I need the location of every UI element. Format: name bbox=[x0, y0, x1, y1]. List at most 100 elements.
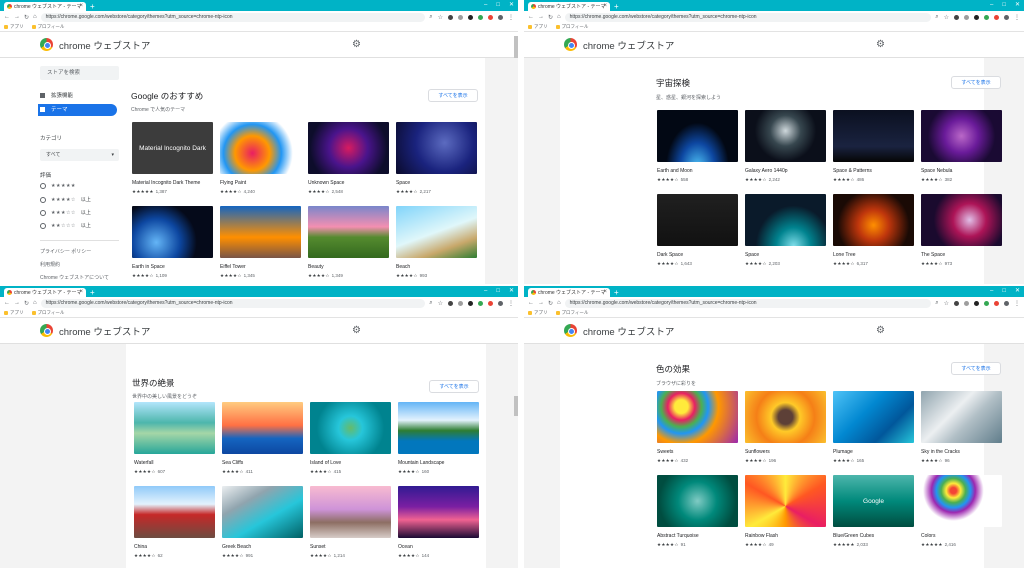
rating-filter[interactable]: ★★★★☆ 以上 bbox=[40, 196, 91, 203]
theme-card[interactable]: Lone Tree ★★★★☆ 6,317 bbox=[833, 194, 914, 267]
theme-card[interactable]: Beach ★★★★☆ 993 bbox=[396, 206, 477, 279]
bookmark-item[interactable]: アプリ bbox=[528, 24, 548, 30]
theme-thumbnail[interactable] bbox=[220, 122, 301, 174]
theme-name[interactable]: Earth in Space bbox=[132, 264, 213, 270]
theme-name[interactable]: Galaxy Aero 1440p bbox=[745, 168, 826, 174]
zoom-icon[interactable]: ⌕ bbox=[429, 14, 432, 21]
theme-name[interactable]: The Space bbox=[921, 252, 1002, 258]
minimize-icon[interactable]: – bbox=[990, 0, 993, 10]
theme-thumbnail[interactable] bbox=[657, 194, 738, 246]
view-all-button[interactable]: すべてを表示 bbox=[951, 76, 1001, 89]
close-tab-icon[interactable]: × bbox=[79, 3, 83, 9]
theme-card[interactable]: Google Blue/Green Cubes ★★★★★ 2,033 bbox=[833, 475, 914, 548]
theme-card[interactable]: Galaxy Aero 1440p ★★★★☆ 2,242 bbox=[745, 110, 826, 183]
theme-card[interactable]: Mountain Landscape ★★★★☆ 160 bbox=[398, 402, 479, 475]
theme-card[interactable]: Beauty ★★★★☆ 1,349 bbox=[308, 206, 389, 279]
minimize-icon[interactable]: – bbox=[484, 0, 487, 10]
theme-name[interactable]: Beach bbox=[396, 264, 477, 270]
extension-icon[interactable] bbox=[1004, 14, 1009, 20]
theme-name[interactable]: Blue/Green Cubes bbox=[833, 533, 914, 539]
radio-icon[interactable] bbox=[40, 196, 46, 203]
theme-thumbnail[interactable] bbox=[921, 475, 1002, 527]
theme-card[interactable]: The Space ★★★★☆ 973 bbox=[921, 194, 1002, 267]
view-all-button[interactable]: すべてを表示 bbox=[428, 89, 478, 102]
nav-themes[interactable]: テーマ bbox=[38, 104, 117, 116]
back-icon[interactable]: ← bbox=[528, 14, 534, 20]
theme-card[interactable]: Material Incognito Dark Material Incognit… bbox=[132, 122, 213, 195]
gear-icon[interactable]: ⚙ bbox=[352, 39, 361, 50]
theme-card[interactable]: Unknown Space ★★★★☆ 2,548 bbox=[308, 122, 389, 195]
back-icon[interactable]: ← bbox=[4, 300, 10, 306]
nav-extensions[interactable]: 拡張機能 bbox=[40, 90, 73, 102]
maximize-icon[interactable]: □ bbox=[496, 0, 500, 10]
theme-name[interactable]: Space bbox=[745, 252, 826, 258]
menu-icon[interactable]: ⋮ bbox=[1014, 14, 1020, 21]
extension-icon[interactable] bbox=[488, 300, 493, 306]
bookmark-item[interactable]: プロフィール bbox=[32, 310, 65, 316]
bookmark-item[interactable]: アプリ bbox=[4, 24, 24, 30]
scrollbar[interactable] bbox=[514, 36, 518, 58]
theme-card[interactable]: Waterfall ★★★★☆ 607 bbox=[134, 402, 215, 475]
address-bar[interactable]: https://chrome.google.com/webstore/categ… bbox=[40, 12, 426, 22]
extension-icon[interactable] bbox=[478, 14, 483, 20]
bookmark-item[interactable]: プロフィール bbox=[556, 310, 589, 316]
extension-icon[interactable] bbox=[984, 300, 989, 306]
extension-icon[interactable] bbox=[1004, 300, 1009, 306]
chrome-logo-icon[interactable] bbox=[564, 324, 577, 337]
back-icon[interactable]: ← bbox=[528, 300, 534, 306]
address-bar[interactable]: https://chrome.google.com/webstore/categ… bbox=[40, 298, 426, 308]
new-tab-icon[interactable]: + bbox=[614, 2, 619, 11]
extension-icon[interactable] bbox=[954, 14, 959, 20]
browser-tab[interactable]: chrome ウェブストア - テーマ × bbox=[528, 2, 610, 11]
theme-thumbnail[interactable]: Google bbox=[833, 475, 914, 527]
reload-icon[interactable]: ↻ bbox=[548, 300, 553, 307]
reload-icon[interactable]: ↻ bbox=[24, 300, 29, 307]
home-icon[interactable]: ⌂ bbox=[33, 300, 37, 306]
radio-icon[interactable] bbox=[40, 183, 46, 189]
theme-name[interactable]: Space Nebula bbox=[921, 168, 1002, 174]
store-brand[interactable]: chrome ウェブストア bbox=[59, 38, 150, 52]
theme-thumbnail[interactable] bbox=[398, 486, 479, 538]
search-input[interactable]: ストアを検索 bbox=[40, 66, 119, 80]
bookmark-star-icon[interactable]: ☆ bbox=[438, 14, 443, 21]
theme-name[interactable]: Island of Love bbox=[310, 460, 391, 466]
close-window-icon[interactable]: ✕ bbox=[1015, 286, 1020, 296]
scrollbar[interactable] bbox=[514, 396, 518, 416]
chrome-logo-icon[interactable] bbox=[564, 38, 577, 51]
extension-icon[interactable] bbox=[448, 300, 453, 306]
gear-icon[interactable]: ⚙ bbox=[352, 325, 361, 336]
extension-icon[interactable] bbox=[448, 14, 453, 20]
chrome-logo-icon[interactable] bbox=[40, 324, 53, 337]
theme-card[interactable]: Abstract Turquoise ★★★★☆ 91 bbox=[657, 475, 738, 548]
new-tab-icon[interactable]: + bbox=[90, 2, 95, 11]
theme-thumbnail[interactable]: Material Incognito Dark bbox=[132, 122, 213, 174]
theme-card[interactable]: Sunflowers ★★★★☆ 196 bbox=[745, 391, 826, 464]
forward-icon[interactable]: → bbox=[14, 300, 20, 306]
close-window-icon[interactable]: ✕ bbox=[509, 286, 514, 296]
theme-name[interactable]: Flying Paint bbox=[220, 180, 301, 186]
browser-tab[interactable]: chrome ウェブストア - テーマ × bbox=[528, 288, 610, 297]
theme-name[interactable]: Greek Beach bbox=[222, 544, 303, 550]
new-tab-icon[interactable]: + bbox=[90, 288, 95, 297]
home-icon[interactable]: ⌂ bbox=[33, 14, 37, 20]
theme-name[interactable]: Material Incognito Dark Theme bbox=[132, 180, 213, 186]
extension-icon[interactable] bbox=[498, 14, 503, 20]
browser-tab[interactable]: chrome ウェブストア - テーマ × bbox=[4, 2, 86, 11]
theme-card[interactable]: Colors ★★★★★ 2,416 bbox=[921, 475, 1002, 548]
theme-name[interactable]: Sunset bbox=[310, 544, 391, 550]
theme-card[interactable]: Sea Cliffs ★★★★☆ 411 bbox=[222, 402, 303, 475]
extension-icon[interactable] bbox=[994, 300, 999, 306]
theme-card[interactable]: Plumage ★★★★☆ 165 bbox=[833, 391, 914, 464]
theme-card[interactable]: Greek Beach ★★★★☆ 991 bbox=[222, 486, 303, 559]
theme-card[interactable]: Space ★★★★☆ 2,203 bbox=[745, 194, 826, 267]
bookmark-item[interactable]: プロフィール bbox=[556, 24, 589, 30]
close-tab-icon[interactable]: × bbox=[79, 289, 83, 295]
bookmark-item[interactable]: アプリ bbox=[528, 310, 548, 316]
theme-name[interactable]: China bbox=[134, 544, 215, 550]
maximize-icon[interactable]: □ bbox=[1002, 286, 1006, 296]
theme-card[interactable]: Earth and Moon ★★★★☆ 558 bbox=[657, 110, 738, 183]
theme-thumbnail[interactable] bbox=[134, 486, 215, 538]
theme-card[interactable]: Space ★★★★☆ 2,217 bbox=[396, 122, 477, 195]
close-window-icon[interactable]: ✕ bbox=[1015, 0, 1020, 10]
extension-icon[interactable] bbox=[964, 300, 969, 306]
